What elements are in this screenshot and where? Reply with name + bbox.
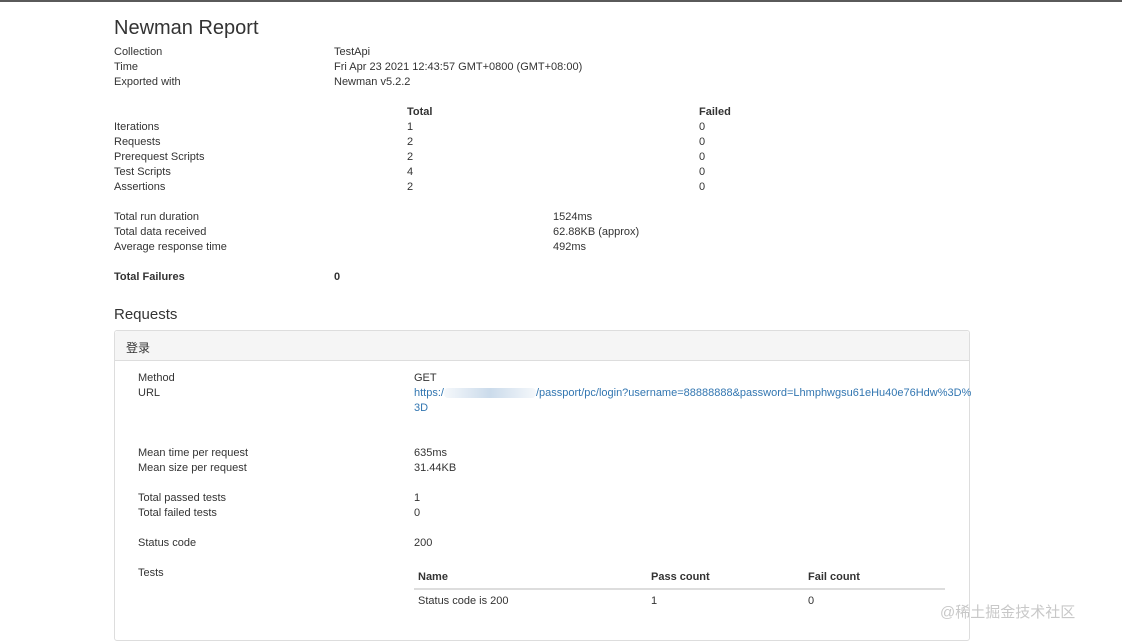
url-label: URL (138, 387, 161, 399)
mean-size-value: 31.44KB (414, 462, 457, 474)
timing-value: 492ms (553, 241, 587, 253)
summary-row-label: Assertions (114, 181, 166, 193)
summary-row-total: 1 (407, 121, 414, 133)
timing-label: Total run duration (114, 211, 199, 223)
summary-total-header: Total (407, 106, 433, 118)
top-border (0, 0, 1122, 2)
method-label: Method (138, 372, 175, 384)
request-panel: 登录 (114, 330, 970, 641)
exported-label: Exported with (114, 76, 181, 88)
mean-size-label: Mean size per request (138, 462, 247, 474)
timing-value: 62.88KB (approx) (553, 226, 640, 238)
summary-row-failed: 0 (699, 136, 706, 148)
summary-row-total: 2 (407, 136, 414, 148)
url-suffix: /passport/pc/login?username=88888888&pas… (535, 387, 972, 399)
summary-row-total: 2 (407, 151, 414, 163)
summary-row-total: 2 (407, 181, 414, 193)
tests-header-fail: Fail count (808, 571, 860, 583)
summary-row-label: Prerequest Scripts (114, 151, 205, 163)
redacted-host-blur (443, 388, 536, 399)
tests-row-name: Status code is 200 (418, 595, 509, 607)
status-code-value: 200 (414, 537, 433, 549)
exported-value: Newman v5.2.2 (334, 76, 411, 88)
passed-tests-value: 1 (414, 492, 421, 504)
time-label: Time (114, 61, 139, 73)
request-panel-header[interactable]: 登录 (115, 331, 969, 361)
summary-failed-header: Failed (699, 106, 731, 118)
timing-label: Total data received (114, 226, 207, 238)
request-url-continuation[interactable]: 3D (414, 402, 428, 414)
url-prefix: https:/ (414, 387, 444, 399)
method-value: GET (414, 372, 437, 384)
request-panel-title[interactable]: 登录 (126, 339, 150, 356)
mean-time-value: 635ms (414, 447, 448, 459)
summary-row-failed: 0 (699, 151, 706, 163)
failed-tests-value: 0 (414, 507, 421, 519)
timing-value: 1524ms (553, 211, 593, 223)
summary-row-label: Iterations (114, 121, 160, 133)
summary-row-failed: 0 (699, 121, 706, 133)
summary-row-failed: 0 (699, 166, 706, 178)
summary-row-failed: 0 (699, 181, 706, 193)
tests-row-pass: 1 (651, 595, 658, 607)
tests-label: Tests (138, 567, 164, 579)
tests-row-fail: 0 (808, 595, 815, 607)
summary-row-total: 4 (407, 166, 414, 178)
collection-value: TestApi (334, 46, 371, 58)
requests-heading: Requests (114, 306, 178, 323)
summary-row-label: Requests (114, 136, 161, 148)
total-failures-value: 0 (334, 271, 341, 283)
summary-row-label: Test Scripts (114, 166, 171, 178)
status-code-label: Status code (138, 537, 197, 549)
request-url-link[interactable]: https:/ /passport/pc/login?username=88888… (414, 387, 971, 399)
watermark: @稀土掘金技术社区 (940, 604, 1076, 621)
tests-header-name: Name (418, 571, 448, 583)
collection-label: Collection (114, 46, 163, 58)
time-value: Fri Apr 23 2021 12:43:57 GMT+0800 (GMT+0… (334, 61, 583, 73)
failed-tests-label: Total failed tests (138, 507, 217, 519)
timing-label: Average response time (114, 241, 227, 253)
tests-header-pass: Pass count (651, 571, 710, 583)
mean-time-label: Mean time per request (138, 447, 249, 459)
tests-header-divider (414, 588, 945, 590)
total-failures-label: Total Failures (114, 271, 185, 283)
page-title: Newman Report (114, 17, 259, 39)
passed-tests-label: Total passed tests (138, 492, 227, 504)
